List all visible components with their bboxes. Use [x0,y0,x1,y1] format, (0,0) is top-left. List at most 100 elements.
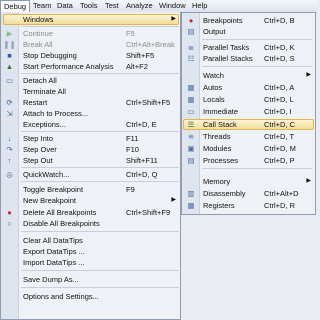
disassembly-icon: ▥ [187,189,195,198]
menu-item-shortcut: F10 [126,145,139,154]
menu-item-shortcut: Ctrl+Alt+Break [126,40,175,49]
menu-item-step-over[interactable]: ↷ Step Over F10 [1,144,181,155]
menu-item-label: Locals [203,95,225,104]
menu-data[interactable]: Data [54,1,76,11]
menu-item-label: Import DataTips ... [23,258,85,267]
menu-item-label: Exceptions... [23,120,66,129]
menu-item-label: Terminate All [23,87,66,96]
menu-item-break-all[interactable]: ❚❚ Break All Ctrl+Alt+Break [1,39,181,50]
menu-team[interactable]: Team [30,1,54,11]
menu-analyze[interactable]: Analyze [123,1,156,11]
menu-item-label: Threads [203,132,231,141]
menu-item-label: Step Over [23,145,57,154]
menu-item-exceptions[interactable]: Exceptions... Ctrl+D, E [1,119,181,130]
menu-item-restart[interactable]: ⟳ Restart Ctrl+Shift+F5 [1,97,181,108]
menu-item-step-out[interactable]: ↑ Step Out Shift+F11 [1,155,181,166]
menu-item-attach-to-process[interactable]: ⇲ Attach to Process... [1,108,181,119]
menu-item-shortcut: Shift+F11 [126,156,158,165]
submenu-arrow-icon: ▶ [171,197,176,203]
call-stack-icon: ☰ [187,120,195,129]
menu-item-disable-all-breakpoints[interactable]: ○ Disable All Breakpoints [1,218,181,229]
registers-icon: ▦ [187,201,195,210]
step-over-icon: ↷ [6,145,13,154]
menu-item-detach-all[interactable]: ▭ Detach All [1,75,181,86]
menu-item-step-into[interactable]: ↓ Step Into F11 [1,133,181,144]
submenu-item-registers[interactable]: ▦ Registers Ctrl+D, R [182,200,316,211]
menu-item-shortcut: Ctrl+D, M [264,144,296,153]
menu-item-label: New Breakpoint [23,196,76,205]
menu-item-shortcut: Ctrl+D, A [264,83,295,92]
submenu-item-breakpoints[interactable]: ● Breakpoints Ctrl+D, B [182,15,316,26]
menu-item-continue[interactable]: ▶ Continue F5 [1,28,181,39]
menu-item-shortcut: Ctrl+D, P [264,156,295,165]
menu-item-label: Restart [23,98,48,107]
menu-window[interactable]: Window [156,1,189,11]
parallel-tasks-icon: ≣ [187,43,195,52]
menu-item-terminate-all[interactable]: Terminate All [1,86,181,97]
windows-submenu: ● Breakpoints Ctrl+D, B ▤ Output ≣ Paral… [181,12,316,215]
menu-help[interactable]: Help [189,1,210,11]
submenu-arrow-icon: ▶ [306,178,311,184]
menu-item-shortcut: F9 [126,185,135,194]
step-out-icon: ↑ [7,156,12,165]
menu-item-save-dump-as[interactable]: Save Dump As... [1,274,181,285]
submenu-item-watch[interactable]: Watch ▶ [182,70,316,81]
menu-item-stop-debugging[interactable]: ■ Stop Debugging Shift+F5 [1,50,181,61]
play-icon: ▶ [6,29,13,38]
menu-item-label: Toggle Breakpoint [23,185,84,194]
attach-icon: ⇲ [6,109,13,118]
separator [21,270,179,271]
menu-item-shortcut: F11 [126,134,139,143]
processes-icon: ▤ [187,156,195,165]
menu-item-label: Step Out [23,156,53,165]
menu-item-quickwatch[interactable]: ◎ QuickWatch... Ctrl+D, Q [1,169,181,180]
menu-item-options-and-settings[interactable]: Options and Settings... [1,291,181,302]
menu-item-shortcut: Ctrl+D, S [264,54,295,63]
menu-item-shortcut: Ctrl+D, C [264,120,296,129]
separator [202,39,312,40]
menu-item-shortcut: Ctrl+D, I [264,107,292,116]
submenu-item-autos[interactable]: ▦ Autos Ctrl+D, A [182,82,316,93]
menu-item-delete-all-breakpoints[interactable]: ● Delete All Breakpoints Ctrl+Shift+F9 [1,207,181,218]
separator [21,287,179,288]
quickwatch-icon: ◎ [6,170,13,179]
separator [21,231,179,232]
menu-tools[interactable]: Tools [77,1,101,11]
submenu-item-processes[interactable]: ▤ Processes Ctrl+D, P [182,155,316,166]
menu-item-import-datatips[interactable]: Import DataTips ... [1,257,181,268]
submenu-item-threads[interactable]: ≋ Threads Ctrl+D, T [182,131,316,142]
menu-item-shortcut: F5 [126,29,135,38]
separator [21,131,179,132]
submenu-item-disassembly[interactable]: ▥ Disassembly Ctrl+Alt+D [182,188,316,199]
submenu-item-immediate[interactable]: ▭ Immediate Ctrl+D, I [182,106,316,117]
submenu-item-modules[interactable]: ▣ Modules Ctrl+D, M [182,143,316,154]
menu-item-new-breakpoint[interactable]: New Breakpoint ▶ [1,195,181,206]
separator [202,168,312,169]
delete-breakpoints-icon: ● [7,208,12,217]
autos-icon: ▦ [187,83,195,92]
separator [21,181,179,182]
menu-item-toggle-breakpoint[interactable]: Toggle Breakpoint F9 [1,184,181,195]
locals-icon: ▦ [187,95,195,104]
menu-item-label: Call Stack [203,120,237,129]
menu-item-windows[interactable]: Windows ▶ [1,14,181,25]
menu-item-clear-all-datatips[interactable]: Clear All DataTips [1,235,181,246]
parallel-stacks-icon: ☷ [187,54,195,63]
submenu-item-locals[interactable]: ▦ Locals Ctrl+D, L [182,94,316,105]
submenu-item-output[interactable]: ▤ Output [182,26,316,37]
menu-item-export-datatips[interactable]: Export DataTips ... [1,246,181,257]
submenu-item-parallel-stacks[interactable]: ☷ Parallel Stacks Ctrl+D, S [182,53,316,64]
submenu-item-memory[interactable]: Memory ▶ [182,176,316,187]
menu-item-label: Watch [203,71,224,80]
restart-icon: ⟳ [6,98,13,107]
menu-item-label: Attach to Process... [23,109,89,118]
menu-test[interactable]: Test [102,1,122,11]
menu-item-label: Break All [23,40,53,49]
submenu-item-parallel-tasks[interactable]: ≣ Parallel Tasks Ctrl+D, K [182,42,316,53]
immediate-icon: ▭ [187,107,195,116]
menu-item-label: Stop Debugging [23,51,77,60]
submenu-item-call-stack[interactable]: ☰ Call Stack Ctrl+D, C [182,119,316,130]
menu-item-start-performance-analysis[interactable]: ▲ Start Performance Analysis Alt+F2 [1,61,181,72]
menu-item-label: Autos [203,83,223,92]
menu-item-label: Registers [203,201,235,210]
